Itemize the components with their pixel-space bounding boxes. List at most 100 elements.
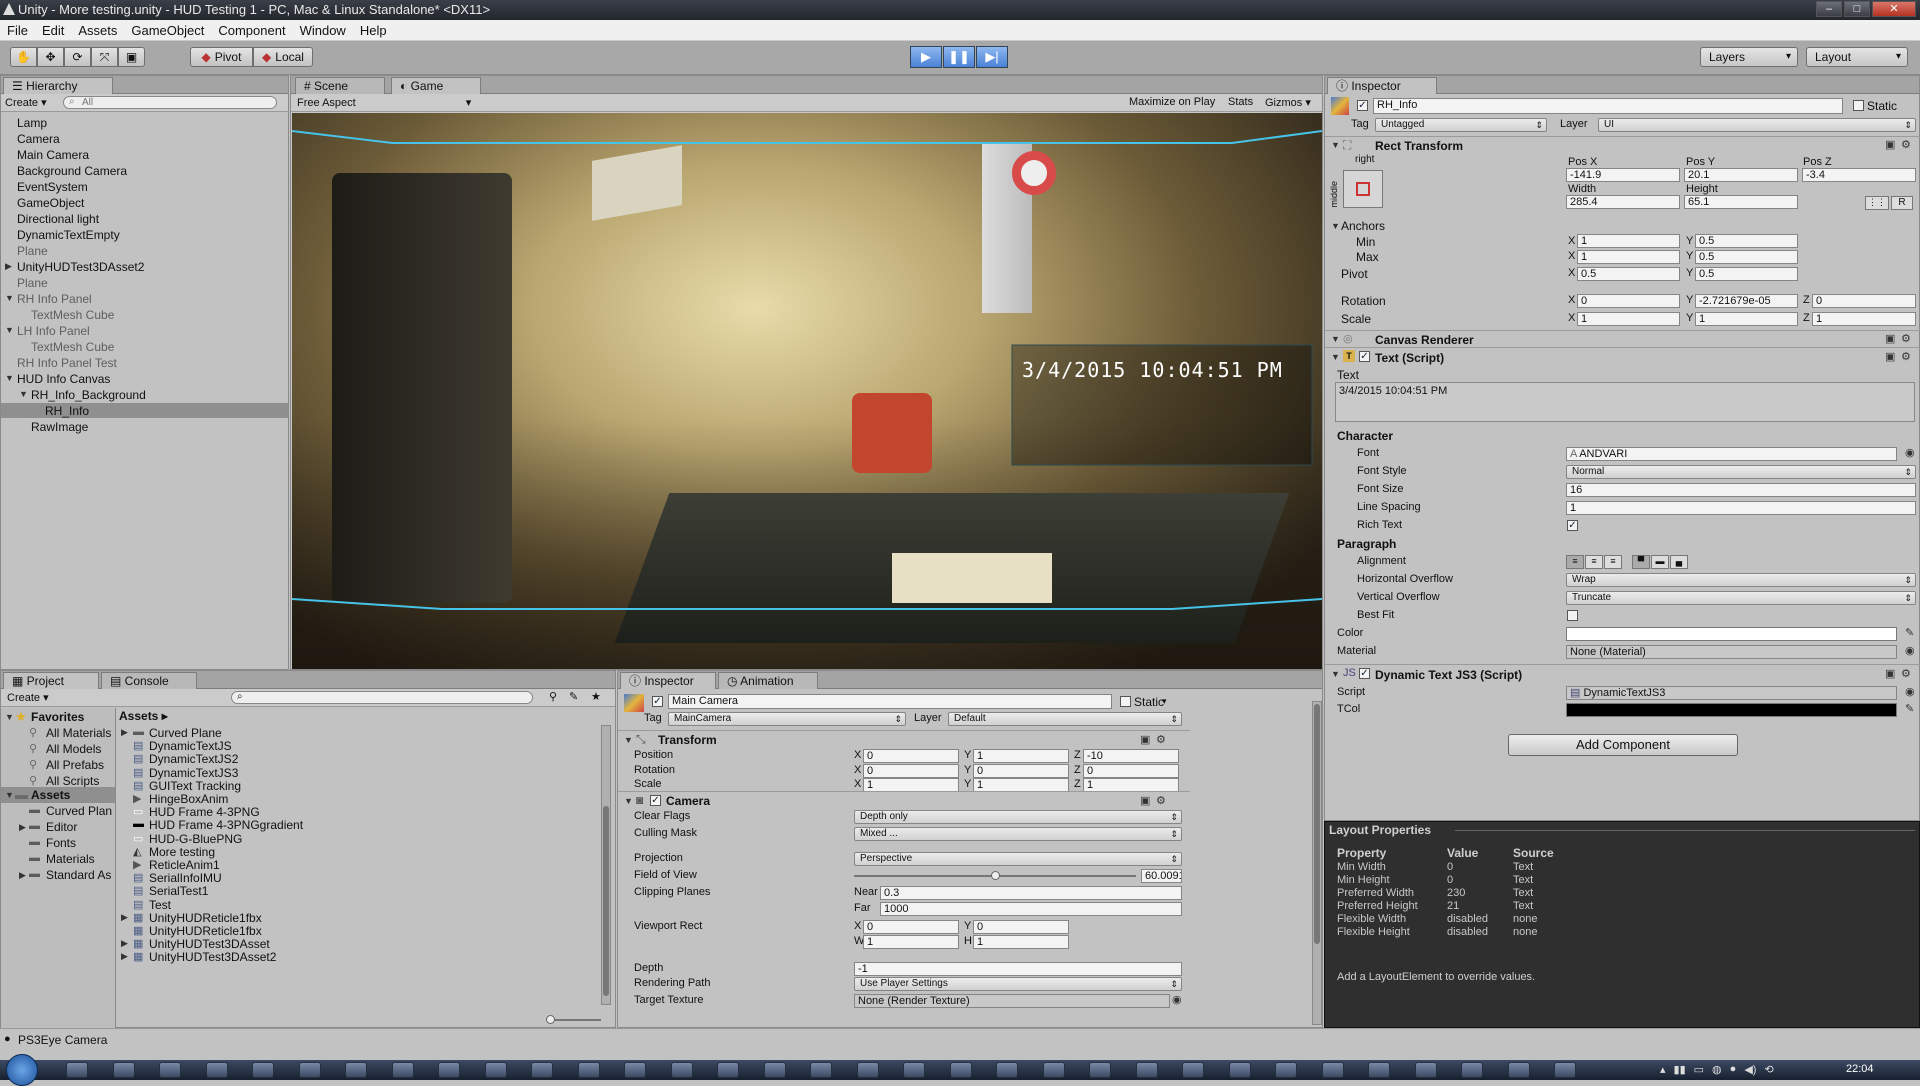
help-icon[interactable]: ▣ [1885,350,1895,363]
favorite-star-icon[interactable]: ★ [591,690,601,703]
tab-inspector-bottom[interactable]: ⓘ Inspector [620,672,716,689]
rotation-x-field[interactable]: 0 [1577,294,1680,308]
hierarchy-item[interactable]: Camera [17,132,60,146]
asset-file-item[interactable]: UnityHUDReticle1fbx [149,911,262,925]
best-fit-checkbox[interactable] [1567,610,1578,621]
posx-field[interactable]: -141.9 [1566,168,1680,182]
minimize-button[interactable]: – [1816,1,1842,17]
layer-dropdown[interactable]: UI [1598,118,1916,132]
text-script-foldout-icon[interactable]: ▼ [1331,352,1340,362]
settings-gear-icon[interactable]: ⚙ [1901,350,1911,363]
play-button[interactable]: ▶ [910,46,942,68]
asset-folder-item[interactable]: Standard As [46,868,111,882]
material-field[interactable]: None (Material) [1566,645,1897,659]
steam-taskbar-icon[interactable] [66,1062,88,1078]
tray-network-icon[interactable]: ▮▮ [1674,1063,1686,1076]
near-field[interactable]: 0.3 [880,886,1182,900]
hierarchy-item[interactable]: DynamicTextEmpty [17,228,120,242]
asset-foldout-icon[interactable]: ▶ [121,727,128,738]
scale-y-field[interactable]: 1 [1695,312,1798,326]
dynamic-text-foldout-icon[interactable]: ▼ [1331,669,1340,679]
hierarchy-item[interactable]: Plane [17,276,48,290]
align-bottom-icon[interactable]: ▄ [1670,555,1688,569]
start-button[interactable] [6,1054,38,1086]
app-taskbar-icon[interactable] [1228,1062,1251,1078]
menu-gameobject[interactable]: GameObject [124,23,211,38]
camera-tag-dropdown[interactable]: MainCamera [668,712,906,726]
app-taskbar-icon[interactable] [903,1062,925,1078]
anchor-preset-button[interactable] [1343,170,1383,208]
asset-file-item[interactable]: DynamicTextJS3 [149,766,238,780]
align-right-icon[interactable]: ≡ [1604,555,1622,569]
help-icon[interactable]: ▣ [1885,332,1895,345]
asset-file-item[interactable]: HUD Frame 4-3PNGgradient [149,818,303,832]
tray-display-icon[interactable]: ▭ [1694,1063,1704,1076]
project-search-input[interactable]: ⌕ [231,691,533,704]
maximize-on-play-toggle[interactable]: Maximize on Play [1129,96,1215,108]
menu-file[interactable]: File [0,23,35,38]
asset-file-item[interactable]: SerialTest1 [149,884,208,898]
rotation-x-field[interactable]: 0 [863,763,959,778]
hierarchy-item[interactable]: RH Info Panel Test [17,356,117,370]
hierarchy-create-button[interactable]: Create ▾ [5,96,47,109]
app-taskbar-icon[interactable] [624,1062,646,1078]
app-taskbar-icon[interactable] [1042,1062,1065,1078]
rect-tool-icon[interactable]: ▣ [118,47,145,67]
menu-edit[interactable]: Edit [35,23,71,38]
asset-file-item[interactable]: ReticleAnim1 [149,858,220,872]
favorite-item[interactable]: All Models [46,742,101,756]
asset-folder-item[interactable]: Materials [46,852,95,866]
rotation-y-field[interactable]: 0 [973,763,1069,778]
aspect-dropdown[interactable]: Free Aspect ▾ [297,96,471,109]
eyedropper-icon[interactable]: ✎ [1905,626,1914,639]
asset-foldout-icon[interactable]: ▶ [121,912,128,923]
hierarchy-item[interactable]: HUD Info Canvas [17,372,110,386]
tab-inspector[interactable]: ⓘ Inspector [1327,77,1437,94]
app-taskbar-icon[interactable] [717,1062,739,1078]
app-taskbar-icon[interactable] [205,1062,228,1078]
settings-gear-icon[interactable]: ⚙ [1901,138,1911,151]
filter-label-icon[interactable]: ✎ [569,690,578,703]
asset-file-item[interactable]: UnityHUDReticle1fbx [149,924,262,938]
inspector-bottom-scrollbar[interactable] [1312,701,1322,1025]
raw-edit-button[interactable]: R [1891,196,1913,210]
assets-breadcrumb[interactable]: Assets ▸ [119,709,168,723]
object-picker-icon[interactable]: ◉ [1172,993,1182,1006]
spotify-taskbar-icon[interactable] [1182,1062,1204,1078]
stats-toggle[interactable]: Stats [1228,96,1253,108]
gizmos-dropdown[interactable]: Gizmos ▾ [1265,96,1311,109]
app-taskbar-icon[interactable] [1554,1062,1576,1078]
hierarchy-item[interactable]: UnityHUDTest3DAsset2 [17,260,144,274]
scale-z-field[interactable]: 1 [1083,778,1179,792]
posz-field[interactable]: -3.4 [1802,168,1916,182]
vlc-taskbar-icon[interactable] [810,1062,832,1078]
asset-file-item[interactable]: HUD Frame 4-3PNG [149,805,260,819]
font-size-field[interactable]: 16 [1566,483,1916,497]
asset-file-item[interactable]: HUD-G-BluePNG [149,832,242,846]
asset-file-item[interactable]: SerialInfoIMU [149,871,222,885]
scale-y-field[interactable]: 1 [973,778,1069,792]
camera-layer-dropdown[interactable]: Default [948,712,1182,726]
static-dropdown-icon[interactable]: ▾ [1162,696,1167,707]
app-taskbar-icon[interactable] [949,1062,972,1078]
help-icon[interactable]: ▣ [1885,667,1895,680]
viewport-y-field[interactable]: 0 [973,920,1069,934]
tab-animation[interactable]: ◷ Animation [718,672,818,689]
asset-file-item[interactable]: UnityHUDTest3DAsset2 [149,950,276,964]
tree-foldout-icon[interactable]: ▶ [5,261,12,272]
hierarchy-item[interactable]: Plane [17,244,48,258]
settings-gear-icon[interactable]: ⚙ [1156,794,1166,807]
asset-file-item[interactable]: Test [149,898,171,912]
game-view[interactable]: 3/4/2015 10:04:51 PM [292,113,1322,669]
app-taskbar-icon[interactable] [856,1062,879,1078]
hierarchy-item[interactable]: GameObject [17,196,84,210]
step-button[interactable]: ▶| [976,46,1008,68]
tab-game[interactable]: ◐ Game [391,77,481,94]
asset-folder-item[interactable]: Editor [46,820,77,834]
favorite-item[interactable]: All Prefabs [46,758,104,772]
asset-file-item[interactable]: HingeBoxAnim [149,792,228,806]
tree-foldout-icon[interactable]: ▼ [5,373,14,383]
object-name-field[interactable]: RH_Info [1373,98,1843,114]
camera-static-checkbox[interactable] [1120,696,1131,707]
align-center-icon[interactable]: ≡ [1585,555,1603,569]
